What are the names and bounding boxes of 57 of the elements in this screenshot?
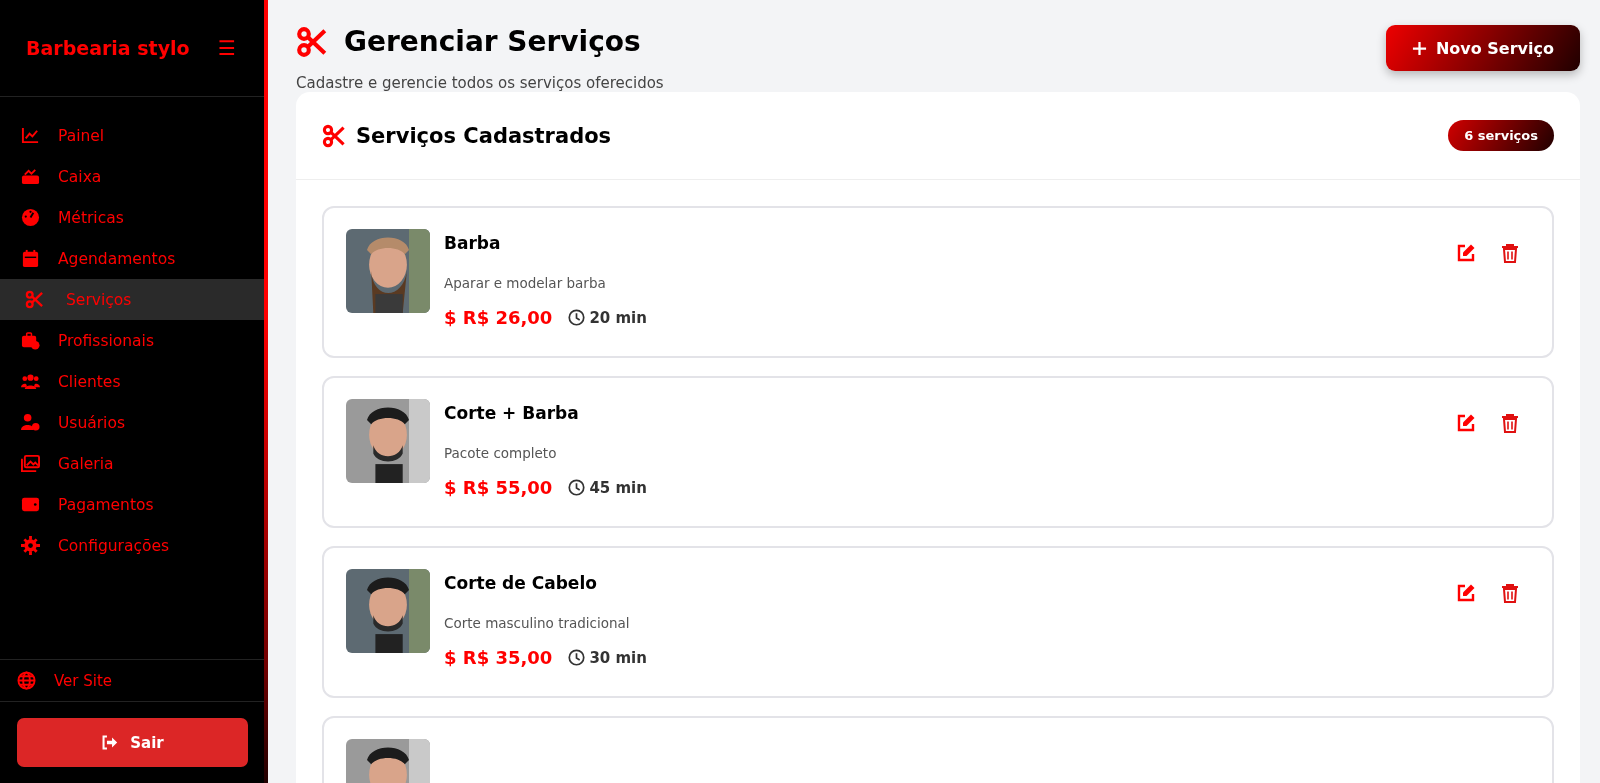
service-name: Corte de Cabelo [444,573,598,593]
users-icon [21,372,40,391]
globe-icon [17,671,36,690]
wallet-icon [21,495,40,514]
service-name: Barba [444,233,502,253]
sidebar-item[interactable]: Painel [0,115,264,156]
service-description: Aparar e modelar barba [444,275,607,291]
clock-icon [568,309,586,326]
count-badge: 6 serviços [1448,120,1554,151]
sidebar-item[interactable]: Agendamentos [0,238,264,279]
user-gear-icon [21,413,40,432]
page-subtitle: Cadastre e gerencie todos os serviços oferecidos [296,74,664,92]
sidebar-item[interactable]: Profissionais [0,320,264,361]
logout-icon [101,734,119,751]
service-duration: 30 min [589,648,647,667]
money-icon [21,167,40,186]
edit-icon [1456,583,1476,603]
clock-icon [568,479,586,496]
service-price: $ R$ 55,00 [444,477,553,498]
trash-icon [1500,583,1520,603]
scissors-icon [322,123,346,148]
sidebar-item[interactable]: Métricas [0,197,264,238]
sidebar-item[interactable]: Pagamentos [0,484,264,525]
new-service-button[interactable]: Novo Serviço [1385,25,1580,71]
sidebar-item[interactable]: Configurações [0,525,264,566]
service-duration: 45 min [589,478,647,497]
service-price: $ R$ 26,00 [444,307,553,328]
sidebar-item[interactable]: Usuários [0,402,264,443]
calendar-icon [21,249,40,268]
brand-name: Barbearia stylo [26,37,190,59]
service-description: Pacote completo [444,445,558,461]
view-site-link[interactable]: Ver Site [0,659,264,702]
sidebar-item[interactable]: Galeria [0,443,264,484]
sidebar-item[interactable]: Caixa [0,156,264,197]
trash-icon [1500,413,1520,433]
clock-icon [568,649,586,666]
logout-button[interactable]: Sair [17,718,248,767]
service-price: $ R$ 35,00 [444,647,553,668]
images-icon [21,454,40,473]
scissors-icon [296,25,328,58]
sidebar-item[interactable]: Serviços [0,279,264,320]
plus-icon [1411,40,1427,56]
trash-icon [1500,243,1520,263]
page-title: Gerenciar Serviços [344,25,641,58]
service-duration: 20 min [589,308,647,327]
service-name: Corte + Barba [444,403,580,423]
menu-toggle-button[interactable]: ☰ [218,36,236,60]
edit-icon [1456,243,1476,263]
edit-icon [1456,413,1476,433]
sidebar-item[interactable]: Clientes [0,361,264,402]
service-description: Corte masculino tradicional [444,615,631,631]
briefcase-icon [21,331,40,350]
line-chart-icon [21,126,40,145]
panel-title: Serviços Cadastrados [356,123,612,148]
scissors-icon [25,290,44,309]
gauge-icon [21,208,40,227]
settings-icon [21,536,40,555]
